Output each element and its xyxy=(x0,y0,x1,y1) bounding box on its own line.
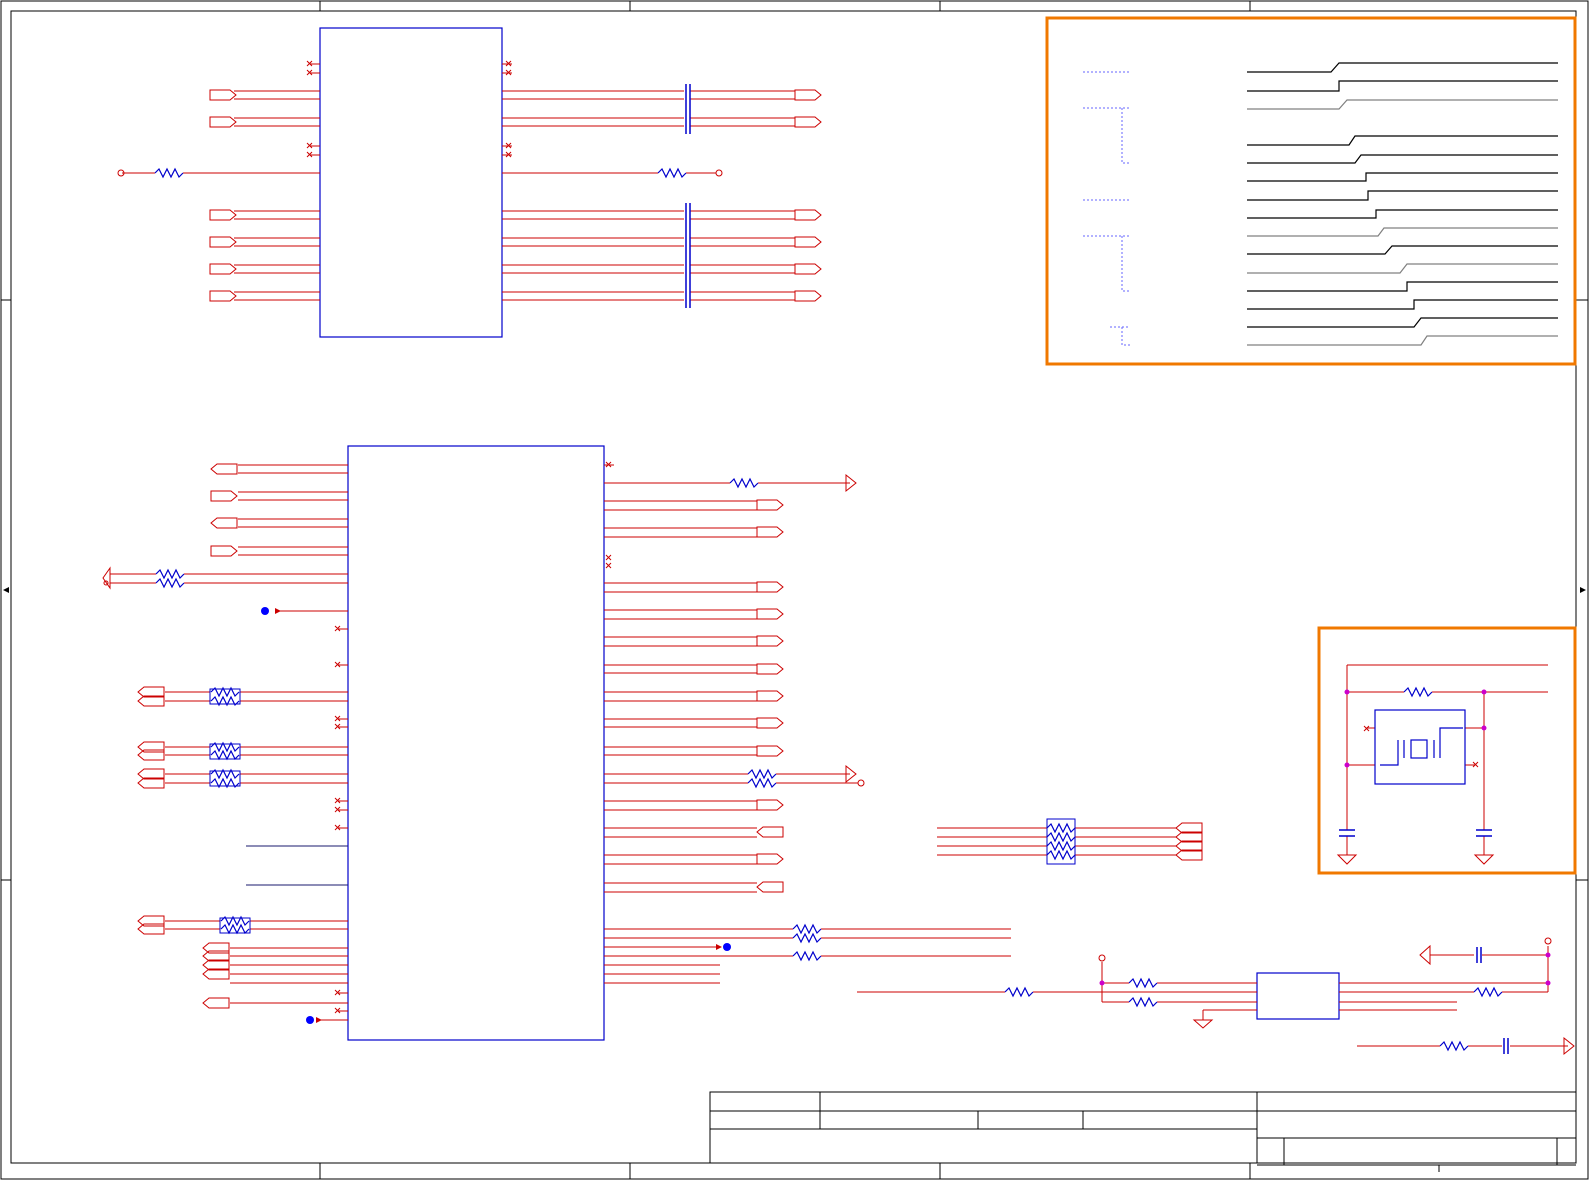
ic-top-left-nets xyxy=(122,63,320,301)
bus-breakout-lines xyxy=(1247,62,1558,346)
ic-main-left-parts xyxy=(102,463,322,1024)
resistor-array xyxy=(937,818,1203,865)
ic-top-left-ports xyxy=(117,89,237,302)
ic-main xyxy=(347,445,605,1041)
ic-small xyxy=(857,937,1575,1056)
ic-top-right-nets xyxy=(502,63,795,308)
crystal-block xyxy=(1336,664,1548,865)
bus-breakout-dashed xyxy=(1083,71,1130,346)
title-block xyxy=(709,1091,1577,1172)
ic-main-right-parts xyxy=(716,473,865,961)
schematic-sheet xyxy=(0,0,1589,1180)
ic-top-right-ports xyxy=(657,89,822,302)
ic-top xyxy=(319,27,503,338)
ic-main-nc-marks xyxy=(306,60,612,1014)
ic-main-right-nets xyxy=(604,464,1011,984)
